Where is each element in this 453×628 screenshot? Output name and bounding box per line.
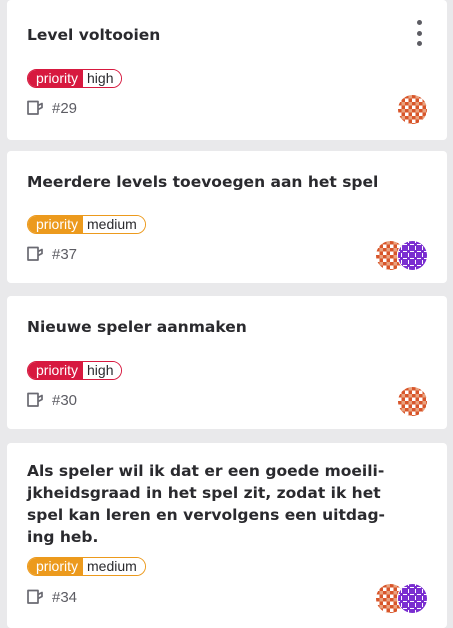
card-title-line: jkheidsgraad in het spel zit, zodat ik h… [27,484,381,502]
priority-label[interactable]: priority medium [27,557,146,576]
priority-label[interactable]: priority high [27,361,123,380]
card-title[interactable]: Meerdere levels toevoegen aan het spel [27,171,407,193]
assignees [397,386,428,417]
issue-number: #37 [52,245,78,263]
issue-opened-icon [27,100,43,115]
assignees [375,583,428,614]
issue-number: #29 [52,99,78,117]
issue-reference[interactable]: #37 [26,244,77,264]
priority-label-key: priority [28,362,84,379]
card-title-line: Als speler wil ik dat er een goede moeil… [27,462,385,480]
priority-label-value: medium [83,558,145,575]
issue-opened-icon [27,392,43,407]
priority-label-key: priority [28,216,84,233]
assignee-avatar[interactable] [397,583,428,614]
priority-label-value: medium [83,216,145,233]
priority-label-value: high [83,362,122,379]
issue-card[interactable]: Meerdere levels toevoegen aan het spel p… [7,151,447,283]
assignees [375,240,428,271]
card-title[interactable]: Level voltooien [27,24,407,46]
assignee-avatar[interactable] [397,386,428,417]
card-menu-button[interactable] [413,20,425,46]
priority-label-value: high [83,70,122,87]
issue-reference[interactable]: #30 [26,390,77,410]
card-title[interactable]: Nieuwe speler aanmaken [27,316,407,338]
issue-reference[interactable]: #34 [26,587,77,607]
assignee-avatar[interactable] [397,240,428,271]
priority-label-key: priority [28,558,84,575]
issue-card[interactable]: Als speler wil ik dat er een goede moeil… [7,443,447,628]
issue-reference[interactable]: #29 [26,98,77,118]
card-title-line: ing heb. [27,528,99,546]
card-title-line: spel kan leren en vervolgens een uitdag- [27,506,385,524]
priority-label[interactable]: priority high [27,69,123,88]
more-vertical-icon [416,20,422,25]
issue-board-column: Level voltooien priority high #29 Meerde… [0,0,453,628]
issue-card[interactable]: Level voltooien priority high #29 [7,0,447,140]
issue-opened-icon [27,246,43,261]
assignees [397,94,428,125]
issue-card[interactable]: Nieuwe speler aanmaken priority high #30 [7,296,447,429]
issue-number: #34 [52,588,78,606]
priority-label[interactable]: priority medium [27,215,146,234]
priority-label-key: priority [28,70,84,87]
card-title[interactable]: Als speler wil ik dat er een goede moeil… [27,460,407,548]
assignee-avatar[interactable] [397,94,428,125]
issue-number: #30 [52,391,78,409]
issue-opened-icon [27,589,43,604]
